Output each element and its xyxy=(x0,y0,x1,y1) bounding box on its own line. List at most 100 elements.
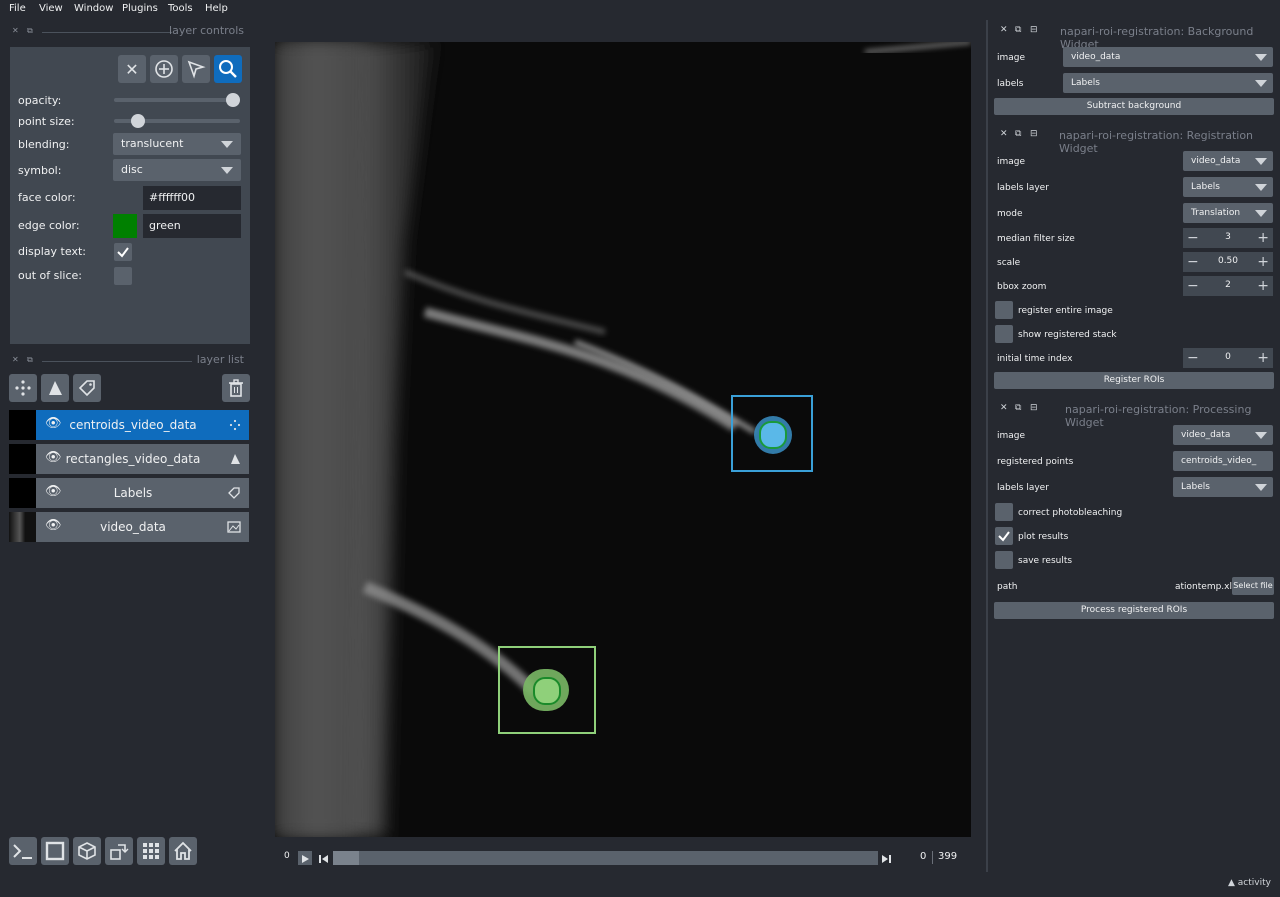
frame-divider xyxy=(932,851,933,864)
activity-toggle[interactable]: ▲ activity xyxy=(1228,878,1271,888)
float-dock-icon[interactable]: ⧉ xyxy=(27,355,33,365)
median-filter-spinbox[interactable]: − 3 + xyxy=(1183,228,1273,248)
proc-labels-layer-select[interactable]: Labels xyxy=(1173,477,1273,497)
path-input[interactable]: ationtemp.xls xyxy=(1175,582,1237,592)
select-points-button[interactable] xyxy=(182,55,210,83)
layer-row-centroids[interactable]: 👁 centroids_video_data xyxy=(9,410,249,440)
layer-row-labels[interactable]: 👁 Labels xyxy=(9,478,249,508)
reg-mode-select[interactable]: Translation xyxy=(1183,203,1273,223)
new-labels-layer-button[interactable] xyxy=(73,374,101,402)
edge-color-input[interactable]: green xyxy=(143,214,241,238)
reg-labels-layer-select[interactable]: Labels xyxy=(1183,177,1273,197)
face-color-input[interactable]: #ffffff00 xyxy=(143,186,241,210)
float-dock-icon[interactable]: ⧉ xyxy=(1015,25,1021,35)
proc-image-select[interactable]: video_data xyxy=(1173,425,1273,445)
hide-title-icon[interactable]: ⊟ xyxy=(1030,129,1038,139)
plus-icon[interactable]: + xyxy=(1257,253,1269,271)
menu-view[interactable]: View xyxy=(39,3,63,14)
bbox-zoom-spinbox[interactable]: − 2 + xyxy=(1183,276,1273,296)
add-points-button[interactable] xyxy=(150,55,178,83)
registered-points-select[interactable]: centroids_video_ xyxy=(1173,451,1273,471)
show-registered-checkbox[interactable] xyxy=(995,325,1013,343)
menu-plugins[interactable]: Plugins xyxy=(122,3,158,14)
out-of-slice-checkbox[interactable] xyxy=(114,267,132,285)
menu-bar: File View Window Plugins Tools Help xyxy=(0,0,1280,20)
terminal-icon xyxy=(13,844,32,859)
layer-controls-title: layer controls xyxy=(169,24,244,37)
median-filter-label: median filter size xyxy=(997,234,1075,244)
time-slider-track[interactable] xyxy=(333,851,878,865)
console-button[interactable] xyxy=(9,837,37,865)
menu-tools[interactable]: Tools xyxy=(168,3,193,14)
menu-help[interactable]: Help xyxy=(205,3,228,14)
point-size-slider-handle[interactable] xyxy=(130,114,145,128)
menu-window[interactable]: Window xyxy=(74,3,113,14)
step-forward-button[interactable] xyxy=(879,851,893,865)
reset-view-button[interactable] xyxy=(169,837,197,865)
bg-image-select[interactable]: video_data xyxy=(1063,47,1273,67)
roi-centroid-point[interactable] xyxy=(759,421,787,449)
shapes-icon xyxy=(231,454,240,464)
face-color-swatch[interactable] xyxy=(113,186,139,210)
toggle-ndisplay-button[interactable] xyxy=(41,837,69,865)
roi-centroid-point[interactable] xyxy=(533,677,561,705)
close-dock-icon[interactable]: ✕ xyxy=(12,26,19,35)
select-file-button[interactable]: Select file xyxy=(1232,577,1274,595)
register-entire-checkbox[interactable] xyxy=(995,301,1013,319)
roll-dims-button[interactable] xyxy=(73,837,101,865)
bbox-zoom-label: bbox zoom xyxy=(997,282,1047,292)
delete-layer-button[interactable] xyxy=(222,374,250,402)
close-icon[interactable]: ✕ xyxy=(1000,25,1008,35)
plot-results-checkbox[interactable] xyxy=(995,527,1013,545)
time-slider-handle[interactable] xyxy=(333,851,359,865)
delete-points-button[interactable]: ✕ xyxy=(118,55,146,83)
chevron-down-icon xyxy=(1255,158,1267,165)
current-frame[interactable]: 0 xyxy=(920,851,926,862)
float-dock-icon[interactable]: ⧉ xyxy=(27,26,33,36)
opacity-slider[interactable] xyxy=(114,93,240,107)
edge-color-swatch[interactable] xyxy=(113,214,137,238)
point-size-label: point size: xyxy=(18,115,75,128)
opacity-slider-handle[interactable] xyxy=(226,93,240,107)
close-icon[interactable]: ✕ xyxy=(1000,403,1008,413)
path-label: path xyxy=(997,582,1018,592)
hide-title-icon[interactable]: ⊟ xyxy=(1030,403,1038,413)
point-size-slider[interactable] xyxy=(114,114,240,128)
scale-spinbox[interactable]: − 0.50 + xyxy=(1183,252,1273,272)
layer-row-rectangles[interactable]: 👁 rectangles_video_data xyxy=(9,444,249,474)
register-rois-button[interactable]: Register ROIs xyxy=(994,372,1274,389)
save-results-checkbox[interactable] xyxy=(995,551,1013,569)
symbol-select[interactable]: disc xyxy=(113,159,241,181)
play-button[interactable] xyxy=(298,851,312,865)
transpose-dims-button[interactable] xyxy=(105,837,133,865)
display-text-checkbox[interactable] xyxy=(114,243,132,261)
plus-icon[interactable]: + xyxy=(1257,229,1269,247)
viewer-canvas[interactable] xyxy=(275,42,971,837)
dock-splitter[interactable] xyxy=(986,20,988,872)
bg-labels-select[interactable]: Labels xyxy=(1063,73,1273,93)
new-shapes-layer-button[interactable] xyxy=(41,374,69,402)
process-rois-button[interactable]: Process registered ROIs xyxy=(994,602,1274,619)
float-dock-icon[interactable]: ⧉ xyxy=(1015,129,1021,139)
blending-select[interactable]: translucent xyxy=(113,133,241,155)
subtract-background-button[interactable]: Subtract background xyxy=(994,98,1274,115)
close-dock-icon[interactable]: ✕ xyxy=(12,355,19,364)
hide-title-icon[interactable]: ⊟ xyxy=(1030,25,1038,35)
step-back-button[interactable] xyxy=(317,851,331,865)
photobleach-checkbox[interactable] xyxy=(995,503,1013,521)
plot-results-label: plot results xyxy=(1018,532,1069,542)
plus-icon[interactable]: + xyxy=(1257,349,1269,367)
close-icon[interactable]: ✕ xyxy=(1000,129,1008,139)
transpose-icon xyxy=(110,844,129,860)
menu-file[interactable]: File xyxy=(9,3,26,14)
float-dock-icon[interactable]: ⧉ xyxy=(1015,403,1021,413)
new-points-layer-button[interactable] xyxy=(9,374,37,402)
layer-controls-dock-header: ✕ ⧉ layer controls xyxy=(12,24,244,38)
reg-image-select[interactable]: video_data xyxy=(1183,151,1273,171)
layer-row-video-data[interactable]: 👁 video_data xyxy=(9,512,249,542)
pan-zoom-button[interactable] xyxy=(214,55,242,83)
initial-time-spinbox[interactable]: − 0 + xyxy=(1183,348,1273,368)
shapes-icon xyxy=(49,381,62,395)
grid-view-button[interactable] xyxy=(137,837,165,865)
plus-icon[interactable]: + xyxy=(1257,277,1269,295)
